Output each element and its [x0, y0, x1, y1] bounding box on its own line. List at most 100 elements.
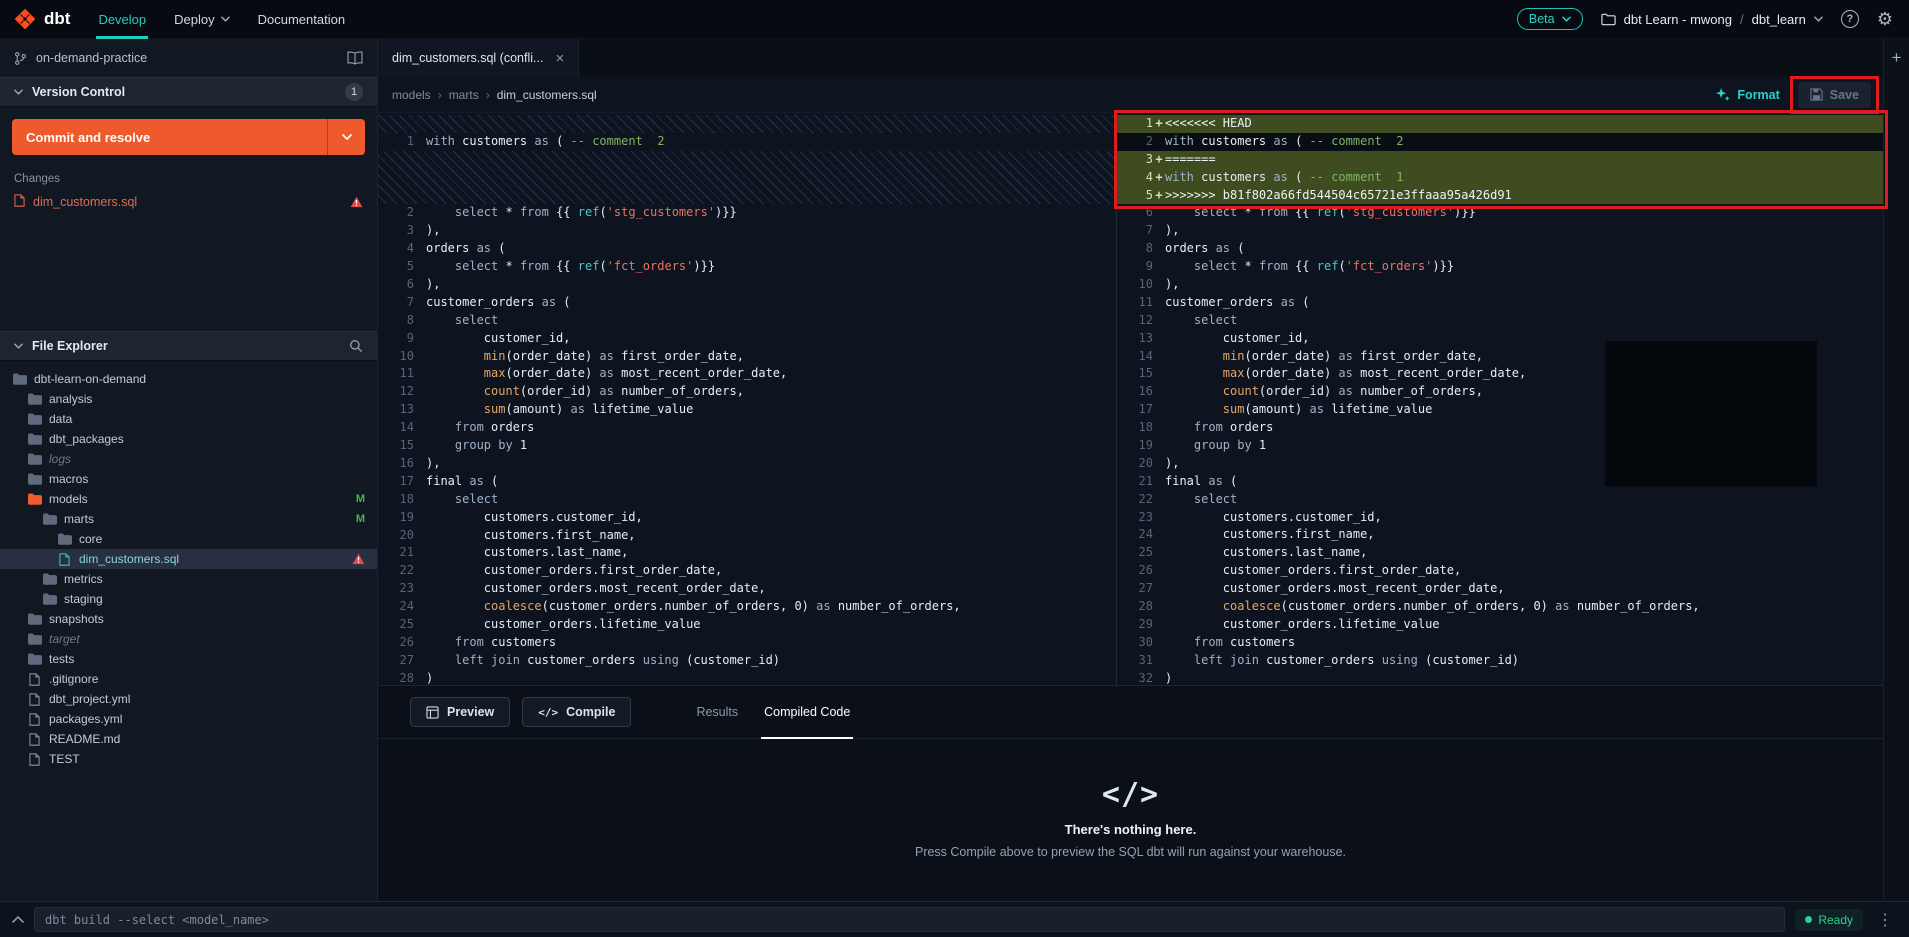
right-line-17[interactable]: 17 sum(amount) as lifetime_value — [1117, 401, 1883, 419]
right-line-18[interactable]: 18 from orders — [1117, 419, 1883, 437]
beta-badge[interactable]: Beta — [1517, 8, 1583, 30]
left-line-16[interactable]: 16), — [378, 455, 1116, 473]
settings-gear-icon[interactable]: ⚙ — [1877, 10, 1893, 28]
right-line-23[interactable]: 23 customers.customer_id, — [1117, 509, 1883, 527]
tree-item-tests[interactable]: tests — [0, 649, 377, 669]
left-line-12[interactable]: 12 count(order_id) as number_of_orders, — [378, 383, 1116, 401]
left-line-1[interactable]: 1with customers as ( -- comment 2 — [378, 133, 1116, 151]
left-line-17[interactable]: 17final as ( — [378, 473, 1116, 491]
compile-button[interactable]: </> Compile — [522, 697, 631, 727]
right-line-5[interactable]: 5+>>>>>>> b81f802a66fd544504c65721e3ffaa… — [1117, 187, 1883, 205]
left-line-7[interactable]: 7customer_orders as ( — [378, 294, 1116, 312]
changed-file-dim-customers-sql[interactable]: dim_customers.sql — [0, 190, 377, 214]
tab-results[interactable]: Results — [683, 686, 751, 738]
right-line-16[interactable]: 16 count(order_id) as number_of_orders, — [1117, 383, 1883, 401]
preview-button[interactable]: Preview — [410, 697, 510, 727]
left-line-2[interactable]: 2 select * from {{ ref('stg_customers')}… — [378, 204, 1116, 222]
right-line-4[interactable]: 4+with customers as ( -- comment 1 — [1117, 169, 1883, 187]
tree-item-target[interactable]: target — [0, 629, 377, 649]
right-line-3[interactable]: 3+======= — [1117, 151, 1883, 169]
left-line-28[interactable]: 28) — [378, 670, 1116, 685]
branch-selector[interactable]: on-demand-practice — [0, 39, 377, 77]
right-line-11[interactable]: 11customer_orders as ( — [1117, 294, 1883, 312]
left-line-25[interactable]: 25 customer_orders.lifetime_value — [378, 616, 1116, 634]
save-button[interactable]: Save — [1798, 82, 1871, 108]
right-line-9[interactable]: 9 select * from {{ ref('fct_orders')}} — [1117, 258, 1883, 276]
tree-item-dbt-learn-on-demand[interactable]: dbt-learn-on-demand — [0, 369, 377, 389]
right-line-15[interactable]: 15 max(order_date) as most_recent_order_… — [1117, 365, 1883, 383]
breadcrumb-item[interactable]: models — [392, 88, 431, 102]
tree-item-packages-yml[interactable]: packages.yml — [0, 709, 377, 729]
tree-item-macros[interactable]: macros — [0, 469, 377, 489]
project-selector[interactable]: dbt Learn - mwong / dbt_learn — [1601, 12, 1823, 27]
left-line-14[interactable]: 14 from orders — [378, 419, 1116, 437]
right-line-21[interactable]: 21final as ( — [1117, 473, 1883, 491]
version-control-header[interactable]: Version Control 1 — [0, 77, 377, 107]
breadcrumb-item[interactable]: dim_customers.sql — [497, 88, 597, 102]
search-icon[interactable] — [349, 339, 363, 353]
editor-pane-right[interactable]: 1+<<<<<<< HEAD2with customers as ( -- co… — [1117, 113, 1883, 685]
right-line-30[interactable]: 30 from customers — [1117, 634, 1883, 652]
right-line-12[interactable]: 12 select — [1117, 312, 1883, 330]
right-line-32[interactable]: 32) — [1117, 670, 1883, 685]
left-line-23[interactable]: 23 customer_orders.most_recent_order_dat… — [378, 580, 1116, 598]
tree-item-dbt-packages[interactable]: dbt_packages — [0, 429, 377, 449]
tab-compiled-code[interactable]: Compiled Code — [751, 686, 863, 738]
tree-item-models[interactable]: modelsM — [0, 489, 377, 509]
left-line-5[interactable]: 5 select * from {{ ref('fct_orders')}} — [378, 258, 1116, 276]
tree-item-readme-md[interactable]: README.md — [0, 729, 377, 749]
right-line-20[interactable]: 20), — [1117, 455, 1883, 473]
nav-deploy[interactable]: Deploy — [174, 0, 229, 39]
right-line-7[interactable]: 7), — [1117, 222, 1883, 240]
left-line-3[interactable]: 3), — [378, 222, 1116, 240]
left-line-26[interactable]: 26 from customers — [378, 634, 1116, 652]
tree-item-snapshots[interactable]: snapshots — [0, 609, 377, 629]
left-line-24[interactable]: 24 coalesce(customer_orders.number_of_or… — [378, 598, 1116, 616]
left-line-27[interactable]: 27 left join customer_orders using (cust… — [378, 652, 1116, 670]
left-line-19[interactable]: 19 customers.customer_id, — [378, 509, 1116, 527]
commit-and-resolve-button[interactable]: Commit and resolve — [12, 119, 365, 155]
tree-item-logs[interactable]: logs — [0, 449, 377, 469]
tree-item-core[interactable]: core — [0, 529, 377, 549]
left-line-20[interactable]: 20 customers.first_name, — [378, 527, 1116, 545]
nav-documentation[interactable]: Documentation — [258, 0, 345, 39]
left-line-21[interactable]: 21 customers.last_name, — [378, 544, 1116, 562]
tree-item-analysis[interactable]: analysis — [0, 389, 377, 409]
command-input[interactable] — [34, 907, 1785, 932]
right-line-31[interactable]: 31 left join customer_orders using (cust… — [1117, 652, 1883, 670]
left-line-18[interactable]: 18 select — [378, 491, 1116, 509]
chevron-down-icon[interactable] — [327, 119, 365, 155]
left-line-4[interactable]: 4orders as ( — [378, 240, 1116, 258]
reader-mode-icon[interactable] — [347, 51, 363, 65]
right-line-1[interactable]: 1+<<<<<<< HEAD — [1117, 115, 1883, 133]
right-line-13[interactable]: 13 customer_id, — [1117, 330, 1883, 348]
right-line-22[interactable]: 22 select — [1117, 491, 1883, 509]
help-icon[interactable]: ? — [1841, 10, 1859, 28]
right-line-28[interactable]: 28 coalesce(customer_orders.number_of_or… — [1117, 598, 1883, 616]
tab-dim-customers-sql[interactable]: dim_customers.sql (confli... × — [378, 39, 579, 77]
tree-item-staging[interactable]: staging — [0, 589, 377, 609]
dbt-logo[interactable]: dbt — [14, 8, 70, 30]
left-line-13[interactable]: 13 sum(amount) as lifetime_value — [378, 401, 1116, 419]
left-line-11[interactable]: 11 max(order_date) as most_recent_order_… — [378, 365, 1116, 383]
right-line-6[interactable]: 6 select * from {{ ref('stg_customers')}… — [1117, 204, 1883, 222]
add-icon[interactable]: + — [1892, 49, 1902, 66]
right-line-29[interactable]: 29 customer_orders.lifetime_value — [1117, 616, 1883, 634]
left-line-8[interactable]: 8 select — [378, 312, 1116, 330]
right-line-25[interactable]: 25 customers.last_name, — [1117, 544, 1883, 562]
kebab-menu-icon[interactable]: ⋮ — [1873, 910, 1897, 930]
right-line-14[interactable]: 14 min(order_date) as first_order_date, — [1117, 348, 1883, 366]
right-line-26[interactable]: 26 customer_orders.first_order_date, — [1117, 562, 1883, 580]
left-line-22[interactable]: 22 customer_orders.first_order_date, — [378, 562, 1116, 580]
right-line-10[interactable]: 10), — [1117, 276, 1883, 294]
right-line-2[interactable]: 2with customers as ( -- comment 2 — [1117, 133, 1883, 151]
tree-item-marts[interactable]: martsM — [0, 509, 377, 529]
tree-item-data[interactable]: data — [0, 409, 377, 429]
right-line-19[interactable]: 19 group by 1 — [1117, 437, 1883, 455]
chevron-up-icon[interactable] — [12, 916, 24, 923]
tree-item-dim-customers-sql[interactable]: dim_customers.sql — [0, 549, 377, 569]
left-line-6[interactable]: 6), — [378, 276, 1116, 294]
tree-item-test[interactable]: TEST — [0, 749, 377, 769]
format-button[interactable]: Format — [1716, 88, 1779, 102]
right-line-27[interactable]: 27 customer_orders.most_recent_order_dat… — [1117, 580, 1883, 598]
